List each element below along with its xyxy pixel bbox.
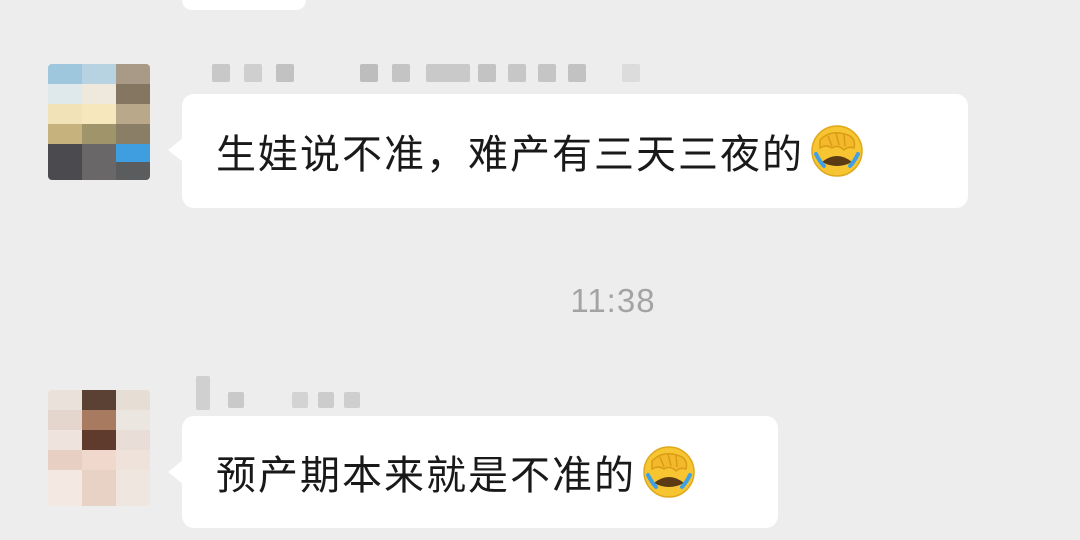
avatar-blurred[interactable]: [48, 390, 150, 506]
chat-timestamp: 11:38: [570, 282, 656, 319]
message-text: 预产期本来就是不准的: [216, 453, 636, 499]
face-palm-crying-emoji-icon: [811, 125, 863, 177]
sender-name-blurred: [196, 376, 376, 410]
sender-name-blurred: [212, 64, 652, 82]
avatar-blurred[interactable]: [48, 64, 150, 180]
message-bubble[interactable]: 预产期本来就是不准的: [168, 416, 778, 528]
face-palm-crying-emoji-icon: [643, 446, 695, 498]
message-text: 生娃说不准，难产有三天三夜的: [216, 132, 804, 178]
message-bubble[interactable]: 生娃说不准，难产有三天三夜的: [168, 94, 968, 208]
previous-message-bubble[interactable]: [182, 0, 306, 10]
